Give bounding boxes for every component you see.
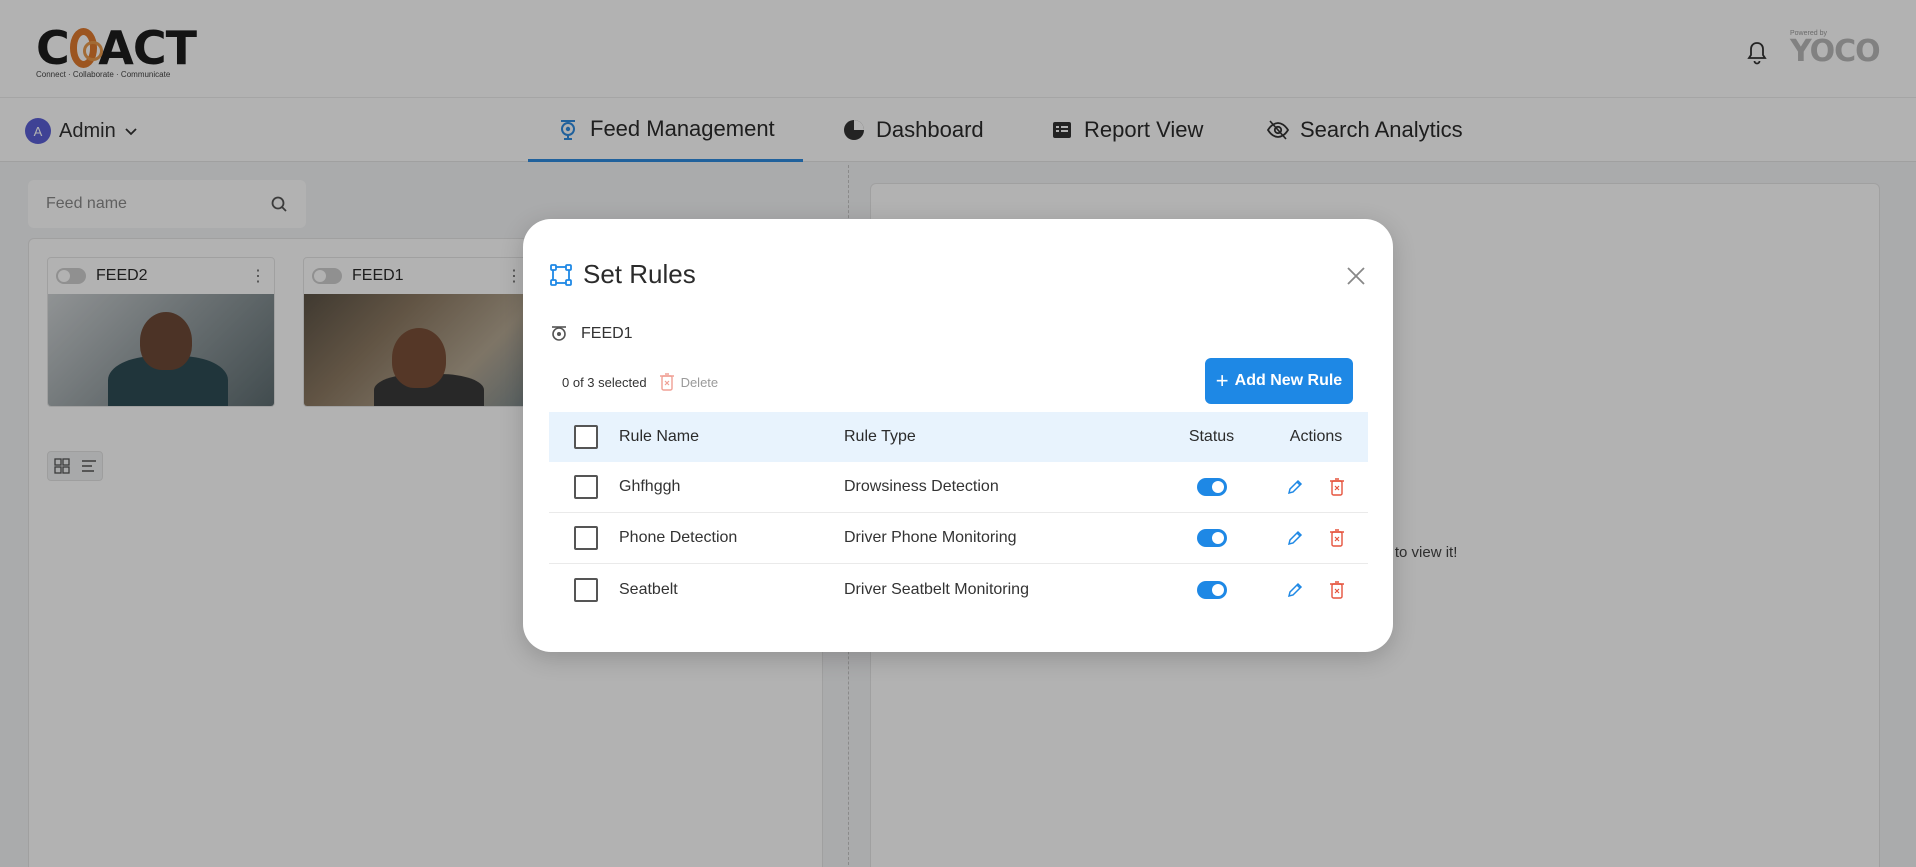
selection-count: 0 of 3 selected: [562, 374, 647, 390]
close-icon[interactable]: [1345, 265, 1367, 287]
selection-bar: 0 of 3 selected Delete: [562, 373, 718, 391]
select-all-checkbox[interactable]: [574, 425, 598, 449]
modal-title-text: Set Rules: [583, 259, 696, 289]
edit-icon[interactable]: [1286, 529, 1304, 547]
table-row: Seatbelt Driver Seatbelt Monitoring: [549, 564, 1368, 615]
trash-icon: [659, 373, 674, 391]
selected-feed-name: FEED1: [581, 325, 633, 342]
column-rule-type: Rule Type: [844, 428, 916, 445]
table-row: Phone Detection Driver Phone Monitoring: [549, 513, 1368, 564]
delete-button[interactable]: Delete: [659, 373, 719, 391]
rules-icon: [550, 263, 572, 286]
status-toggle[interactable]: [1196, 478, 1227, 496]
rule-type: Drowsiness Detection: [844, 478, 999, 495]
table-header: Rule Name Rule Type Status Actions: [549, 412, 1368, 462]
status-toggle[interactable]: [1196, 580, 1227, 599]
row-checkbox[interactable]: [574, 577, 598, 602]
column-status: Status: [1188, 428, 1235, 445]
table-row: Ghfhggh Drowsiness Detection: [549, 462, 1368, 513]
delete-rule-icon[interactable]: [1328, 478, 1346, 496]
rule-name: Ghfhggh: [619, 478, 681, 495]
rules-table: Rule Name Rule Type Status Actions Ghfhg…: [549, 412, 1368, 615]
column-rule-name: Rule Name: [619, 428, 700, 445]
rule-name: Seatbelt: [619, 580, 678, 598]
rule-type: Driver Phone Monitoring: [844, 529, 1017, 546]
row-checkbox[interactable]: [574, 475, 598, 499]
selected-feed: FEED1: [549, 324, 633, 344]
delete-rule-icon[interactable]: [1328, 529, 1346, 547]
add-new-rule-button[interactable]: + Add New Rule: [1205, 358, 1353, 404]
delete-rule-icon[interactable]: [1328, 580, 1346, 599]
camera-icon: [552, 326, 566, 341]
status-toggle[interactable]: [1196, 529, 1227, 547]
edit-icon[interactable]: [1286, 581, 1304, 599]
rule-type: Driver Seatbelt Monitoring: [844, 580, 1029, 598]
delete-label: Delete: [680, 374, 719, 390]
add-button-label: Add New Rule: [1234, 372, 1343, 389]
plus-icon: +: [1215, 368, 1229, 393]
set-rules-modal: Set Rules FEED1 0 of 3 selected Delete +…: [523, 219, 1393, 652]
edit-icon[interactable]: [1286, 478, 1304, 496]
column-actions: Actions: [1289, 428, 1343, 445]
row-checkbox[interactable]: [574, 526, 598, 550]
modal-title: Set Rules: [549, 259, 696, 290]
rule-name: Phone Detection: [619, 529, 738, 546]
